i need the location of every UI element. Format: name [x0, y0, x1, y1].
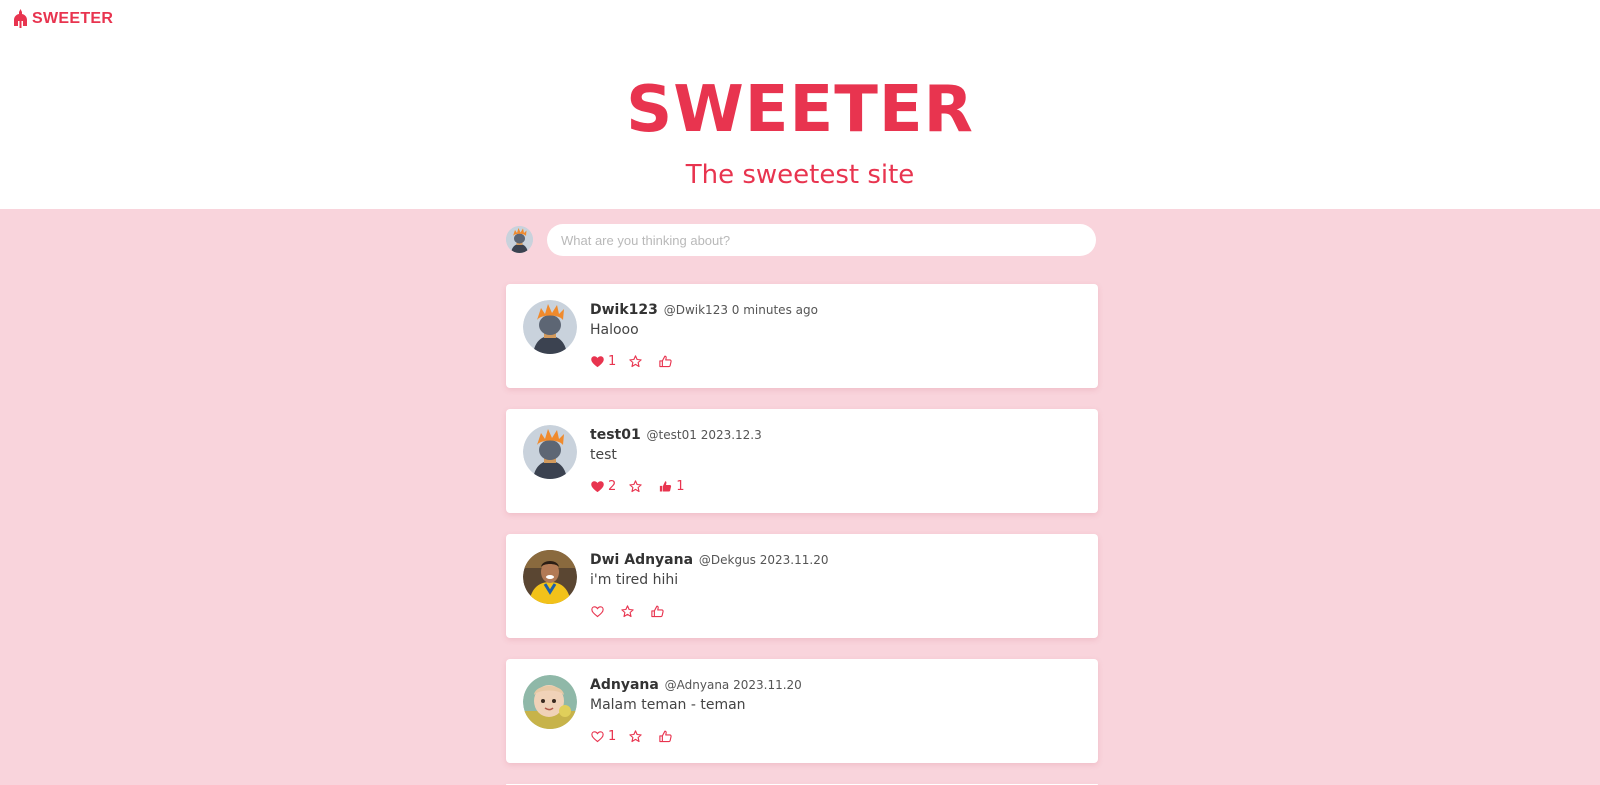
favorite-button[interactable]	[620, 604, 638, 619]
favorite-button[interactable]	[628, 729, 646, 744]
composer-avatar	[506, 226, 533, 253]
composer-input[interactable]	[547, 224, 1096, 256]
heart-outline-icon	[591, 605, 604, 617]
post-timestamp: 2023.11.20	[759, 553, 829, 567]
brand-name: SWEETER	[32, 10, 114, 27]
post-avatar[interactable]	[523, 550, 577, 604]
post-author-name[interactable]: Dwik123	[590, 302, 658, 318]
post-avatar[interactable]	[523, 300, 577, 354]
post-meta: test01 @test01 2023.12.3	[590, 427, 762, 443]
thumbs-up-button[interactable]	[650, 604, 668, 619]
post-content: Halooo	[590, 322, 639, 338]
heart-filled-icon	[591, 480, 604, 492]
post-author-name[interactable]: test01	[590, 427, 641, 443]
post-meta: Dwi Adnyana @Dekgus 2023.11.20	[590, 552, 828, 568]
post-card: Dwi Adnyana @Dekgus 2023.11.20 i'm tired …	[506, 534, 1098, 638]
post-actions	[590, 603, 668, 619]
post-author-handle: @Dwik123	[663, 303, 728, 317]
post-author-name[interactable]: Dwi Adnyana	[590, 552, 693, 568]
heart-outline-icon	[591, 730, 604, 742]
hero-title: SWEETER	[626, 73, 974, 147]
post-timestamp: 0 minutes ago	[731, 303, 818, 317]
post-content: test	[590, 447, 617, 463]
thumbs-up-button[interactable]	[658, 729, 676, 744]
thumbs-up-count: 1	[676, 478, 685, 494]
favorite-button[interactable]	[628, 479, 646, 494]
thumbs-up-outline-icon	[651, 605, 664, 617]
post-actions: 1	[590, 353, 676, 369]
thumbs-up-button[interactable]	[658, 354, 676, 369]
star-outline-icon	[621, 604, 634, 617]
post-content: Malam teman - teman	[590, 697, 746, 713]
brand-logo-link[interactable]: SWEETER	[13, 9, 113, 29]
thumbs-up-button[interactable]: 1	[658, 478, 685, 494]
post-timestamp: 2023.12.3	[700, 428, 762, 442]
like-button[interactable]: 2	[590, 479, 616, 494]
heart-filled-icon	[591, 355, 604, 367]
post-author-handle: @Adnyana	[664, 678, 730, 692]
post-card: Adnyana @Adnyana 2023.11.20 Malam teman -…	[506, 659, 1098, 763]
star-outline-icon	[629, 729, 642, 742]
hero-header: SWEETER The sweetest site	[0, 0, 1600, 209]
like-count: 1	[608, 353, 617, 369]
post-author-handle: @test01	[646, 428, 697, 442]
thumbs-up-filled-icon	[660, 480, 672, 491]
post-avatar[interactable]	[523, 425, 577, 479]
hero-subtitle: The sweetest site	[685, 160, 915, 190]
post-meta: Adnyana @Adnyana 2023.11.20	[590, 677, 802, 693]
post-content: i'm tired hihi	[590, 572, 679, 588]
favorite-button[interactable]	[628, 354, 646, 369]
like-button[interactable]	[590, 604, 608, 619]
post-author-name[interactable]: Adnyana	[590, 677, 659, 693]
post-card: Dwik123 @Dwik123 0 minutes ago Halooo 1	[506, 284, 1098, 388]
post-actions: 1	[590, 728, 676, 744]
thumbs-up-outline-icon	[659, 730, 672, 742]
post-actions: 21	[590, 478, 685, 494]
composer	[506, 224, 1098, 256]
post-meta: Dwik123 @Dwik123 0 minutes ago	[590, 302, 818, 318]
star-outline-icon	[629, 479, 642, 492]
post-timestamp: 2023.11.20	[733, 678, 802, 692]
like-button[interactable]: 1	[590, 354, 616, 369]
star-outline-icon	[629, 354, 642, 367]
like-count: 1	[608, 728, 617, 744]
thumbs-up-outline-icon	[659, 355, 672, 367]
like-button[interactable]: 1	[590, 729, 616, 744]
post-author-handle: @Dekgus	[698, 553, 756, 567]
spartan-helmet-icon	[14, 9, 27, 28]
like-count: 2	[608, 478, 617, 494]
post-card: test01 @test01 2023.12.3 test 2 1	[506, 409, 1098, 513]
post-avatar[interactable]	[523, 675, 577, 729]
